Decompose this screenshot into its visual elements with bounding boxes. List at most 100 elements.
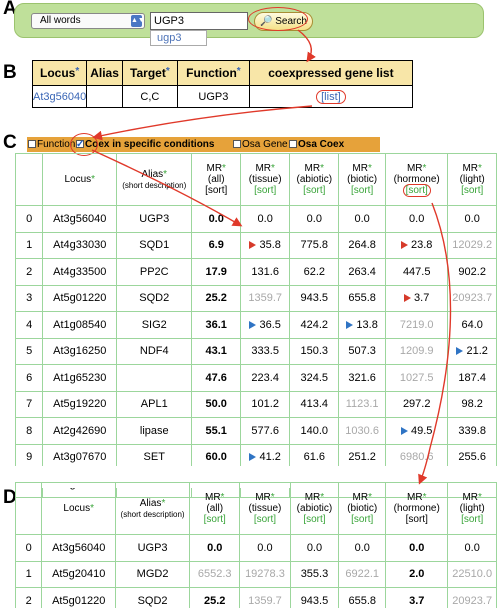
- tab-osa-gene[interactable]: Osa Gene: [233, 137, 288, 152]
- row-index: 3: [14, 284, 44, 312]
- mr-abiotic-cell: 943.5: [289, 587, 340, 608]
- mr-biotic-cell: 6922.1: [338, 560, 387, 588]
- tab-osa-coex[interactable]: Osa Coex: [289, 137, 344, 152]
- search-mode-select[interactable]: All words ▲▼: [31, 13, 145, 29]
- table-row: 4 At1g08540 SIG2 36.1 36.5 424.2 13.8 7219.0 64.…: [14, 311, 497, 339]
- mr-light-cell: 902.2: [447, 258, 497, 286]
- mr-light-cell: 21.2: [447, 337, 497, 365]
- osa-coex-checkbox[interactable]: [289, 140, 297, 148]
- sort-hormone-button[interactable]: [sort]: [402, 184, 431, 197]
- locus-cell: At4g33500: [42, 258, 118, 286]
- marker-arrow-icon: [404, 294, 412, 303]
- sort-light-button[interactable]: [sort]: [461, 185, 483, 196]
- mr-tissue-cell: 36.5: [239, 311, 291, 339]
- function-cell: UGP3: [176, 85, 250, 108]
- marker-arrow-icon: [400, 241, 408, 250]
- alias-cell: SQD2: [116, 284, 193, 312]
- mr-hormone-cell: 3.7: [385, 284, 449, 312]
- row-index: 1: [14, 231, 44, 259]
- sort-all-button[interactable]: [sort]: [205, 185, 227, 196]
- mr-light-header: MR* (light) [sort]: [447, 153, 497, 206]
- sort-light-button[interactable]: [sort]: [461, 514, 483, 525]
- table-row: 3 At5g01220 SQD2 25.2 1359.7 943.5 655.8 3.7 209…: [14, 284, 497, 312]
- mr-biotic-cell: 1030.6: [338, 417, 387, 445]
- mr-biotic-cell: 0.0: [338, 534, 387, 562]
- mr-abiotic-cell: 943.5: [289, 284, 340, 312]
- mr-abiotic-cell: 0.0: [289, 534, 340, 562]
- mr-hormone-cell: 1209.9: [385, 337, 449, 365]
- gene-info-table: Locus* Alias Target* Function* coexpress…: [31, 60, 413, 108]
- mr-light-cell: 20923.7: [447, 587, 497, 608]
- marker-arrow-icon: [249, 241, 257, 250]
- alias-cell: SQD1: [116, 231, 193, 259]
- alias-cell: NDF4: [116, 337, 193, 365]
- table-row: 1 At4g33030 SQD1 6.9 35.8 775.8 264.8 23.8 12029…: [14, 231, 497, 259]
- alias-header: Alias* (short description): [114, 482, 191, 535]
- mr-hormone-cell: 447.5: [385, 258, 449, 286]
- locus-cell: At5g01220: [42, 284, 118, 312]
- function-checkbox[interactable]: [28, 140, 36, 148]
- target-cell: C,C: [121, 85, 178, 108]
- search-input[interactable]: UGP3: [150, 12, 248, 30]
- mr-all-header: MR* (all) [sort]: [189, 482, 241, 535]
- marker-arrow-icon: [456, 347, 464, 356]
- alias-cell: MGD2: [114, 560, 191, 588]
- alias-cell: APL1: [116, 390, 193, 418]
- sort-hormone-button[interactable]: [sort]: [406, 514, 428, 525]
- mr-tissue-header: MR* (tissue) [sort]: [239, 482, 291, 535]
- row-index: 2: [14, 258, 44, 286]
- sort-tissue-button[interactable]: [sort]: [254, 514, 276, 525]
- mr-light-cell: 339.8: [447, 417, 497, 445]
- locus-cell: At5g01220: [41, 587, 116, 608]
- sort-abiotic-button[interactable]: [sort]: [303, 185, 325, 196]
- mr-tissue-header: MR* (tissue) [sort]: [239, 153, 291, 206]
- locus-cell: At5g20410: [41, 560, 116, 588]
- sort-biotic-button[interactable]: [sort]: [351, 185, 373, 196]
- locus-cell: At3g56040: [41, 534, 116, 562]
- table-row: 2 At4g33500 PP2C 17.9 131.6 62.2 263.4 447.5 902…: [14, 258, 497, 286]
- tab-function[interactable]: Function: [28, 137, 75, 152]
- sort-abiotic-button[interactable]: [sort]: [303, 514, 325, 525]
- locus-link[interactable]: At3g56040: [31, 85, 88, 108]
- mr-light-cell: 64.0: [447, 311, 497, 339]
- mr-light-cell: 22510.0: [447, 560, 497, 588]
- mr-abiotic-cell: 324.5: [289, 364, 340, 392]
- list-link[interactable]: [list]: [316, 89, 346, 104]
- col-alias: Alias: [86, 60, 123, 86]
- mr-hormone-cell: 7219.0: [385, 311, 449, 339]
- alias-cell: PP2C: [116, 258, 193, 286]
- osa-gene-checkbox[interactable]: [233, 140, 241, 148]
- table-row: 0 At3g56040 UGP3 0.0 0.0 0.0 0.0 0.0 0.0: [14, 534, 497, 562]
- alias-cell: lipase: [116, 417, 193, 445]
- list-cell: [list]: [248, 85, 413, 108]
- mr-biotic-cell: 655.8: [338, 587, 387, 608]
- row-index: 8: [14, 417, 44, 445]
- alias-cell: SIG2: [116, 311, 193, 339]
- mr-all-cell: 17.9: [191, 258, 241, 286]
- mr-tissue-cell: 0.0: [239, 205, 291, 233]
- mr-all-cell: 47.6: [191, 364, 241, 392]
- marker-arrow-icon: [400, 426, 408, 435]
- mr-tissue-cell: 223.4: [239, 364, 291, 392]
- alias-cell: [86, 85, 123, 108]
- mr-tissue-cell: 577.6: [239, 417, 291, 445]
- mr-all-cell: 6552.3: [189, 560, 241, 588]
- mr-hormone-cell: 49.5: [385, 417, 449, 445]
- mr-all-header: MR* (all) [sort]: [191, 153, 241, 206]
- mr-biotic-cell: 0.0: [338, 205, 387, 233]
- mr-all-cell: 25.2: [189, 587, 241, 608]
- sort-biotic-button[interactable]: [sort]: [351, 514, 373, 525]
- sort-tissue-button[interactable]: [sort]: [254, 185, 276, 196]
- mr-tissue-cell: 35.8: [239, 231, 291, 259]
- arrow-list-to-tab: [92, 105, 313, 141]
- mr-abiotic-cell: 355.3: [289, 560, 340, 588]
- sort-all-button[interactable]: [sort]: [204, 514, 226, 525]
- mr-biotic-cell: 321.6: [338, 364, 387, 392]
- table-row: 5 At3g16250 NDF4 43.1 333.5 150.3 507.3 1209.9 2…: [14, 337, 497, 365]
- col-locus: Locus*: [31, 60, 88, 86]
- mr-tissue-cell: 0.0: [239, 534, 291, 562]
- marker-arrow-icon: [249, 453, 257, 462]
- mr-biotic-header: MR* (biotic) [sort]: [338, 482, 387, 535]
- mr-hormone-header: MR* (hormone) [sort]: [385, 482, 449, 535]
- autocomplete-suggestion[interactable]: ugp3: [150, 30, 207, 46]
